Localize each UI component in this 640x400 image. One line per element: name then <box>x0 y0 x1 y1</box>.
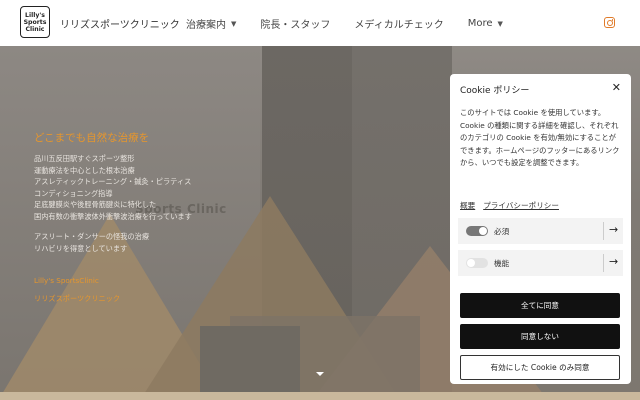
row-divider <box>603 222 604 240</box>
brand-name[interactable]: リリズスポーツクリニック <box>60 16 180 31</box>
nav-item-staff[interactable]: 院長・スタッフ <box>260 16 330 31</box>
hero-line: コンディショニング指導 <box>34 188 113 198</box>
nav-item-treatment[interactable]: 治療案内 ▼ <box>186 16 237 32</box>
logo-line-2: Sports <box>23 18 47 26</box>
nav-item-label: メディカルチェック <box>354 20 444 31</box>
close-icon[interactable]: ✕ <box>612 81 621 94</box>
row-divider <box>603 254 604 272</box>
hero-description: 品川五反田駅すぐスポーツ整形 運動療法を中心とした根本治療 アスレティックトレー… <box>34 153 192 254</box>
toggle-knob <box>467 259 475 267</box>
cookie-category-required: 必須 → <box>458 218 623 244</box>
instagram-icon[interactable] <box>604 17 615 28</box>
hero-block <box>200 326 300 400</box>
hero-floor <box>0 392 640 400</box>
nav-item-label: 院長・スタッフ <box>260 20 331 31</box>
nav-item-label: More <box>467 18 493 29</box>
chevron-down-icon: ▼ <box>231 19 237 28</box>
site-header: Lilly's Sports Clinic リリズスポーツクリニック 治療案内 … <box>0 0 640 46</box>
hero-line: リハビリを得意としています <box>34 243 128 253</box>
accept-all-button[interactable]: 全てに同意 <box>460 293 620 318</box>
hero-line: 運動療法を中心とした根本治療 <box>34 165 135 175</box>
cookie-category-functional: 機能 → <box>458 250 623 276</box>
nav-item-medical-check[interactable]: メディカルチェック <box>354 16 443 31</box>
category-label: 機能 <box>494 259 510 268</box>
hero-gap <box>34 222 192 231</box>
hero-line: 品川五反田駅すぐスポーツ整形 <box>34 154 135 163</box>
overview-link[interactable]: 概要 <box>460 200 475 211</box>
hero-line: 国内有数の衝撃波体外衝撃波治療を行っています <box>34 211 192 221</box>
hero-line: アスレティックトレーニング・鍼灸・ピラティス <box>34 177 192 186</box>
nav-item-more[interactable]: More ▼ <box>468 16 503 31</box>
cookie-policy-panel: Cookie ポリシー ✕ このサイトでは Cookie を使用しています。Co… <box>450 74 631 384</box>
required-toggle[interactable] <box>466 226 488 236</box>
cookie-links: 概要 プライバシーポリシー <box>460 200 567 211</box>
hero-brand-jp: リリズスポーツクリニック <box>34 294 121 303</box>
chevron-down-icon: ▼ <box>497 19 503 28</box>
scroll-down-icon[interactable] <box>316 372 324 376</box>
hero-heading: どこまでも自然な治療を <box>34 132 150 144</box>
main-nav: 治療案内 ▼ 院長・スタッフ メディカルチェック More ▼ <box>186 16 527 31</box>
hero-brand-en: Lilly's SportsClinic <box>34 276 99 285</box>
accept-selected-button[interactable]: 有効にした Cookie のみ同意 <box>460 355 620 380</box>
site-logo[interactable]: Lilly's Sports Clinic <box>20 6 50 38</box>
decline-button[interactable]: 同意しない <box>460 324 620 349</box>
functional-toggle[interactable] <box>466 258 488 268</box>
nav-item-label: 治療案内 <box>186 20 226 31</box>
privacy-policy-link[interactable]: プライバシーポリシー <box>483 200 559 211</box>
category-label: 必須 <box>494 227 510 236</box>
logo-line-3: Clinic <box>25 25 45 33</box>
logo-line-1: Lilly's <box>25 11 45 19</box>
arrow-right-icon[interactable]: → <box>609 223 618 236</box>
toggle-knob <box>479 227 487 235</box>
arrow-right-icon[interactable]: → <box>609 255 618 268</box>
cookie-description: このサイトでは Cookie を使用しています。Cookie の種類に関する詳細… <box>460 108 620 167</box>
hero-line: アスリート・ダンサーの怪我の治療 <box>34 232 150 241</box>
cookie-title: Cookie ポリシー <box>460 86 530 96</box>
hero-line: 足底腱膜炎や後脛骨筋腱炎に特化した <box>34 200 157 209</box>
